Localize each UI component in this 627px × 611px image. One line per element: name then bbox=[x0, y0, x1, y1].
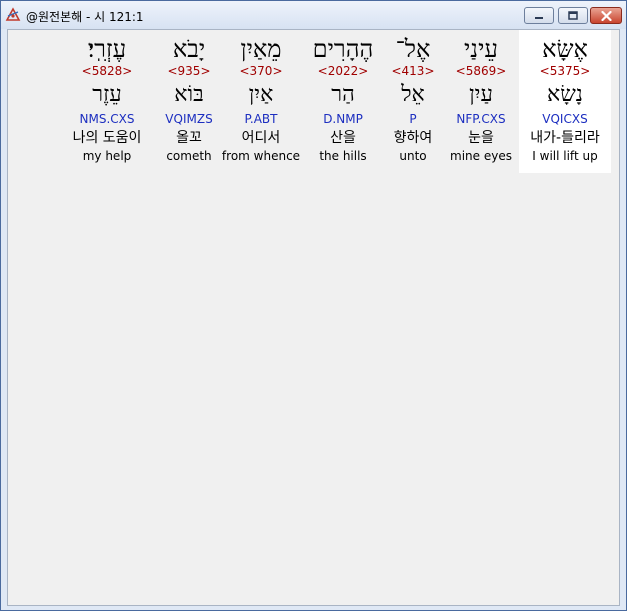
window-title: @원전본해 - 시 121:1 bbox=[26, 10, 144, 24]
hebrew-word: מֵאַיִן bbox=[240, 35, 282, 63]
word-column[interactable]: יָבֹא <935> בּוֹא VQIMZS 올꼬 cometh bbox=[151, 30, 227, 173]
parsing-code: NFP.CXS bbox=[456, 112, 506, 126]
korean-gloss: 내가-들리라 bbox=[530, 130, 600, 146]
korean-gloss: 향하여 bbox=[393, 130, 433, 146]
parsing-code: VQICXS bbox=[542, 112, 588, 126]
strong-number: <5828> bbox=[81, 64, 133, 78]
hebrew-word: אֶשָּׂא bbox=[542, 35, 588, 63]
english-gloss: my help bbox=[82, 149, 132, 163]
korean-gloss: 산을 bbox=[330, 130, 356, 146]
lemma-word: נָשָׂא bbox=[547, 82, 583, 107]
korean-gloss: 올꼬 bbox=[176, 130, 202, 146]
english-gloss: unto bbox=[399, 149, 427, 163]
word-column[interactable]: הֶהָרִים <2022> הַר D.NMP 산을 the hills bbox=[304, 30, 382, 173]
close-icon bbox=[600, 10, 612, 21]
close-button[interactable] bbox=[590, 7, 622, 24]
app-window: @원전본해 - 시 121:1 עֶזְרִֽי׃ <5828> עֵזֶר NMS.… bbox=[0, 0, 627, 611]
parsing-code: D.NMP bbox=[323, 112, 363, 126]
word-column[interactable]: עֶזְרִֽי׃ <5828> עֵזֶר NMS.CXS 나의 도움이 my help bbox=[66, 30, 148, 173]
lemma-word: אַיִן bbox=[248, 82, 274, 107]
word-column[interactable]: אֶשָּׂא <5375> נָשָׂא VQICXS 내가-들리라 I will li… bbox=[519, 30, 611, 173]
word-row: עֶזְרִֽי׃ <5828> עֵזֶר NMS.CXS 나의 도움이 my help… bbox=[8, 30, 619, 173]
strong-number: <370> bbox=[239, 64, 283, 78]
minimize-button[interactable] bbox=[524, 7, 554, 24]
lemma-word: הַר bbox=[331, 82, 355, 107]
english-gloss: I will lift up bbox=[532, 149, 598, 163]
hebrew-word: הֶהָרִים bbox=[312, 35, 374, 63]
korean-gloss: 나의 도움이 bbox=[72, 130, 142, 146]
english-gloss: the hills bbox=[319, 149, 367, 163]
maximize-icon bbox=[568, 11, 578, 20]
korean-gloss: 눈을 bbox=[468, 130, 494, 146]
strong-number: <935> bbox=[167, 64, 211, 78]
lemma-word: עַיִן bbox=[469, 82, 493, 107]
hebrew-word: עֵינַי bbox=[464, 35, 498, 63]
word-column[interactable]: מֵאַיִן <370> אַיִן P.ABT 어디서 from whence bbox=[220, 30, 302, 173]
lemma-word: עֵזֶר bbox=[92, 82, 122, 107]
parsing-code: P.ABT bbox=[244, 112, 278, 126]
hebrew-word: עֶזְרִֽי׃ bbox=[87, 35, 127, 63]
minimize-icon bbox=[535, 16, 543, 19]
strong-number: <2022> bbox=[317, 64, 369, 78]
title-bar[interactable]: @원전본해 - 시 121:1 bbox=[1, 1, 626, 29]
english-gloss: mine eyes bbox=[450, 149, 512, 163]
korean-gloss: 어디서 bbox=[241, 130, 281, 146]
english-gloss: cometh bbox=[166, 149, 212, 163]
strong-number: <413> bbox=[391, 64, 435, 78]
strong-number: <5869> bbox=[455, 64, 507, 78]
lemma-word: אֵל bbox=[401, 82, 425, 107]
word-column[interactable]: עֵינַי <5869> עַיִן NFP.CXS 눈을 mine eyes bbox=[441, 30, 521, 173]
strong-number: <5375> bbox=[539, 64, 591, 78]
interlinear-pane[interactable]: עֶזְרִֽי׃ <5828> עֵזֶר NMS.CXS 나의 도움이 my help… bbox=[7, 29, 620, 606]
lemma-word: בּוֹא bbox=[174, 82, 204, 107]
maximize-button[interactable] bbox=[558, 7, 588, 24]
english-gloss: from whence bbox=[221, 149, 301, 163]
hebrew-word: אֶל־ bbox=[395, 35, 431, 63]
parsing-code: P bbox=[409, 112, 417, 126]
hebrew-word: יָבֹא bbox=[172, 35, 206, 63]
parsing-code: VQIMZS bbox=[165, 112, 213, 126]
app-logo-icon[interactable] bbox=[5, 7, 21, 23]
parsing-code: NMS.CXS bbox=[79, 112, 135, 126]
word-column[interactable]: אֶל־ <413> אֵל P 향하여 unto bbox=[382, 30, 444, 173]
